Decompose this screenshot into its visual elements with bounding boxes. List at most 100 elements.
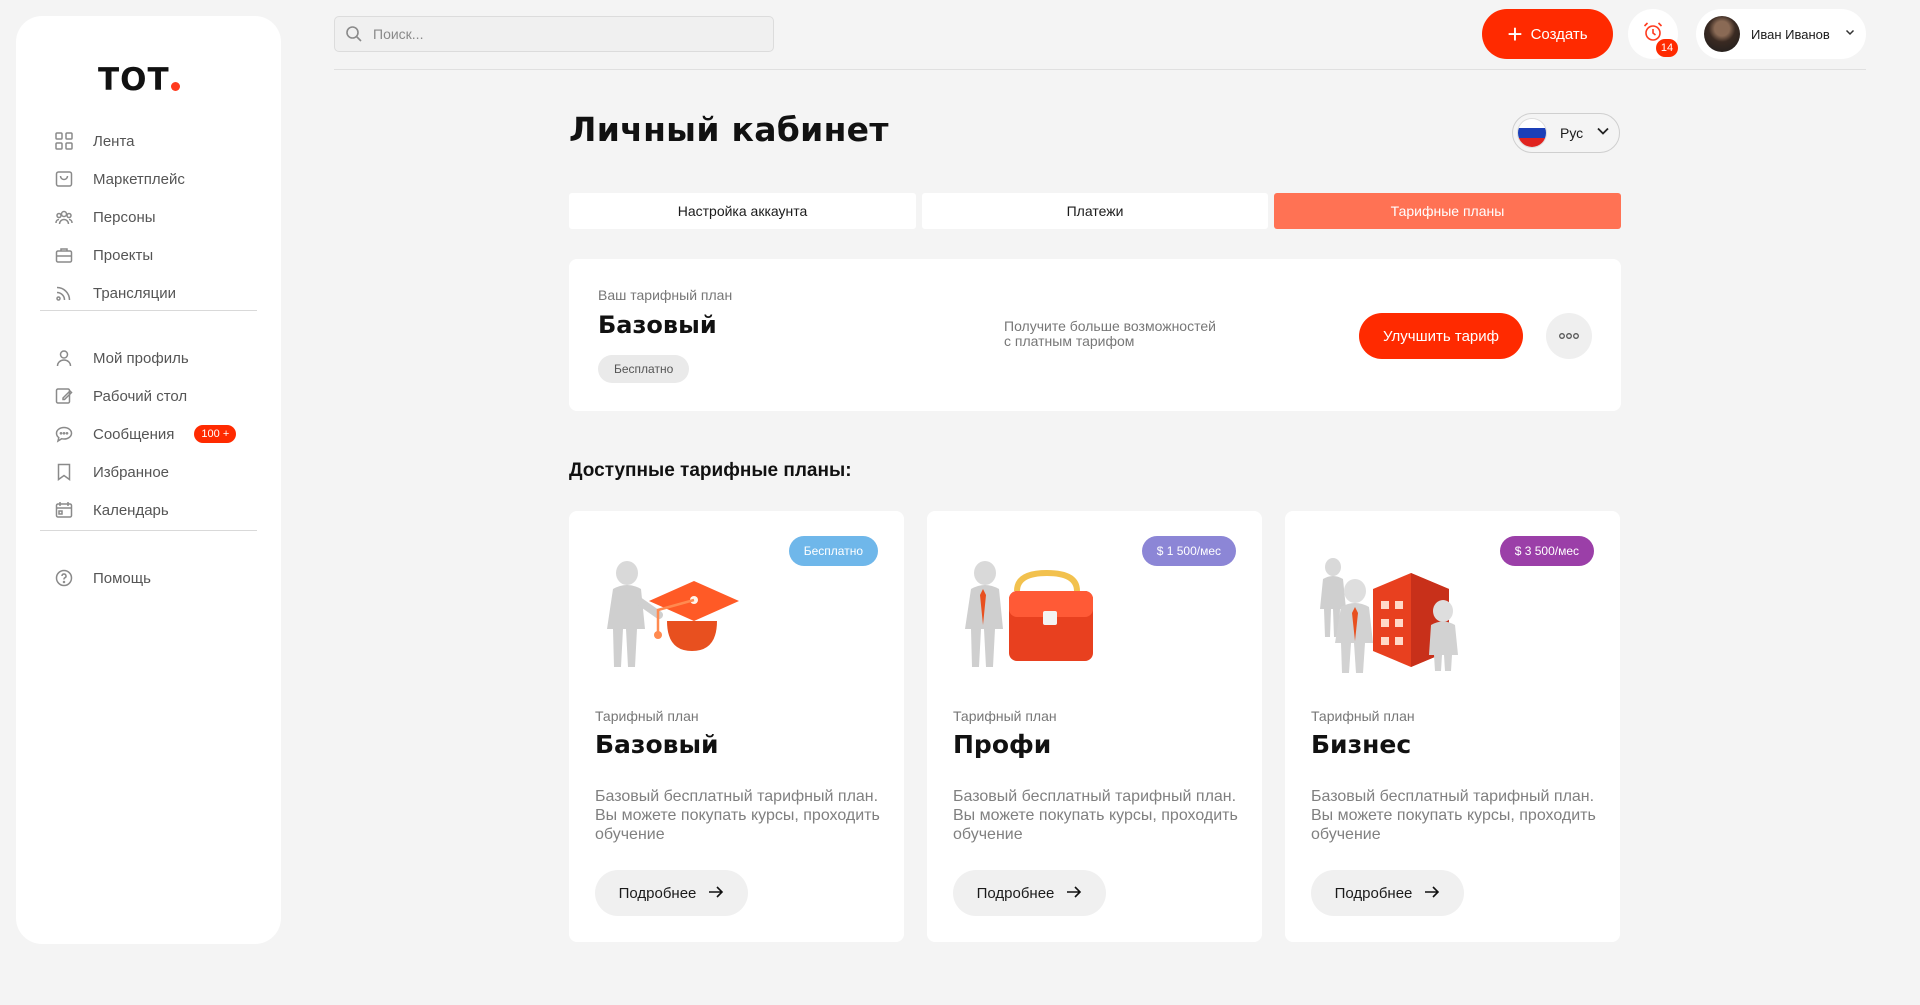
arrow-right-icon (708, 885, 724, 902)
sidebar-item-label: Рабочий стол (93, 387, 188, 405)
plan-details-button[interactable]: Подробнее (1311, 870, 1464, 916)
plan-label: Тарифный план (953, 708, 1057, 724)
upgrade-promo-text: Получите больше возможностей с платным т… (1004, 318, 1244, 350)
logo-dot (170, 82, 180, 91)
more-options-button[interactable] (1546, 313, 1592, 359)
current-plan-card: Ваш тарифный план Базовый Бесплатно Полу… (569, 259, 1621, 411)
tab-label: Настройка аккаунта (677, 203, 808, 219)
plan-description: Базовый бесплатный тарифный план. Вы мож… (953, 788, 1238, 843)
user-icon (54, 348, 74, 368)
sidebar-item-messages[interactable]: Сообщения 100 + (54, 421, 237, 447)
plan-details-button[interactable]: Подробнее (953, 870, 1106, 916)
grid-icon (54, 131, 74, 151)
sidebar-item-label: Помощь (93, 569, 151, 587)
sidebar-item-label: Избранное (93, 463, 170, 481)
tab-label: Платежи (1066, 203, 1124, 219)
page-title: Личный кабинет (569, 110, 889, 149)
search-bar[interactable] (334, 16, 774, 52)
current-plan-label: Ваш тарифный план (598, 287, 733, 303)
plan-card-pro: $ 1 500/мес Тарифный план Профи Базовый … (927, 511, 1262, 942)
chat-icon (54, 424, 74, 444)
more-dots-icon (1558, 327, 1580, 345)
office-building-illustration (1320, 558, 1458, 673)
messages-count-badge: 100 + (194, 425, 237, 443)
sidebar-item-label: Календарь (93, 501, 169, 519)
details-button-label: Подробнее (618, 884, 697, 902)
upgrade-plan-button[interactable]: Улучшить тариф (1359, 313, 1523, 359)
notifications-button[interactable]: 14 (1628, 9, 1678, 59)
tab-label: Тарифные планы (1390, 203, 1505, 219)
sidebar-item-profile[interactable]: Мой профиль (54, 345, 189, 371)
user-name: Иван Иванов (1751, 26, 1830, 42)
briefcase-icon (54, 245, 74, 265)
notifications-count-badge: 14 (1656, 39, 1678, 57)
plan-card-business: $ 3 500/мес Тарифный план Бизнес Базовый… (1285, 511, 1620, 942)
chevron-down-icon (1595, 123, 1611, 144)
sidebar-item-label: Лента (93, 132, 135, 150)
calendar-icon (54, 500, 74, 520)
sidebar-item-label: Сообщения (93, 425, 175, 443)
sidebar: TOT Лента Маркетплейс Персоны Проекты Тр… (16, 16, 281, 944)
header-divider (334, 69, 1866, 70)
sidebar-item-help[interactable]: Помощь (54, 565, 151, 591)
shopping-bag-icon (54, 169, 74, 189)
current-plan-badge: Бесплатно (598, 355, 690, 383)
arrow-right-icon (1424, 885, 1440, 902)
plan-name: Базовый (595, 730, 719, 759)
sidebar-divider (40, 310, 257, 311)
plan-details-button[interactable]: Подробнее (595, 870, 748, 916)
broadcast-icon (54, 283, 74, 303)
plan-label: Тарифный план (595, 708, 699, 724)
plus-icon: + (1507, 19, 1523, 49)
chevron-down-icon (1844, 25, 1856, 43)
tab-tariff-plans[interactable]: Тарифные планы (1274, 193, 1621, 229)
app-logo[interactable]: TOT (98, 62, 180, 98)
sidebar-item-persons[interactable]: Персоны (54, 204, 156, 230)
language-label: Рус (1560, 125, 1584, 141)
bookmark-icon (54, 462, 74, 482)
graduation-cap-illustration (607, 561, 739, 667)
user-menu[interactable]: Иван Иванов (1696, 9, 1866, 59)
sidebar-item-feed[interactable]: Лента (54, 128, 135, 154)
sidebar-item-label: Трансляции (93, 284, 177, 302)
sidebar-item-calendar[interactable]: Календарь (54, 497, 169, 523)
plan-description: Базовый бесплатный тарифный план. Вы мож… (595, 788, 880, 843)
sidebar-item-label: Мой профиль (93, 349, 189, 367)
plan-card-basic: Бесплатно Тарифный план Базовый Базовый … (569, 511, 904, 942)
sidebar-divider (40, 530, 257, 531)
plan-name: Профи (953, 730, 1052, 759)
promo-line: с платным тарифом (1004, 333, 1135, 350)
language-selector[interactable]: Рус (1512, 113, 1620, 153)
create-button-label: Создать (1530, 25, 1588, 43)
plan-description: Базовый бесплатный тарифный план. Вы мож… (1311, 788, 1596, 843)
edit-icon (54, 386, 74, 406)
plan-price-badge: $ 3 500/мес (1499, 536, 1594, 566)
details-button-label: Подробнее (1334, 884, 1413, 902)
help-icon (54, 568, 74, 588)
current-plan-name: Базовый (598, 311, 717, 339)
sidebar-item-desktop[interactable]: Рабочий стол (54, 383, 187, 409)
people-icon (54, 207, 74, 227)
logo-text: TOT (98, 62, 170, 98)
sidebar-item-label: Персоны (93, 208, 156, 226)
sidebar-item-marketplace[interactable]: Маркетплейс (54, 166, 185, 192)
sidebar-item-favorites[interactable]: Избранное (54, 459, 169, 485)
tab-payments[interactable]: Платежи (922, 193, 1268, 229)
plan-price-badge: $ 1 500/мес (1141, 536, 1236, 566)
tab-account-settings[interactable]: Настройка аккаунта (569, 193, 916, 229)
available-plans-title: Доступные тарифные планы: (569, 460, 852, 481)
search-icon (345, 25, 363, 48)
sidebar-item-label: Маркетплейс (93, 170, 185, 188)
create-button[interactable]: + Создать (1482, 9, 1613, 59)
search-input[interactable] (373, 26, 773, 42)
sidebar-item-broadcasts[interactable]: Трансляции (54, 280, 176, 306)
details-button-label: Подробнее (976, 884, 1055, 902)
sidebar-item-projects[interactable]: Проекты (54, 242, 153, 268)
russia-flag-icon (1517, 118, 1547, 148)
plan-name: Бизнес (1311, 730, 1412, 759)
briefcase-illustration (965, 561, 1093, 667)
plan-label: Тарифный план (1311, 708, 1415, 724)
promo-line: Получите больше возможностей (1004, 318, 1216, 334)
sidebar-item-label: Проекты (93, 246, 154, 264)
arrow-right-icon (1066, 885, 1082, 902)
